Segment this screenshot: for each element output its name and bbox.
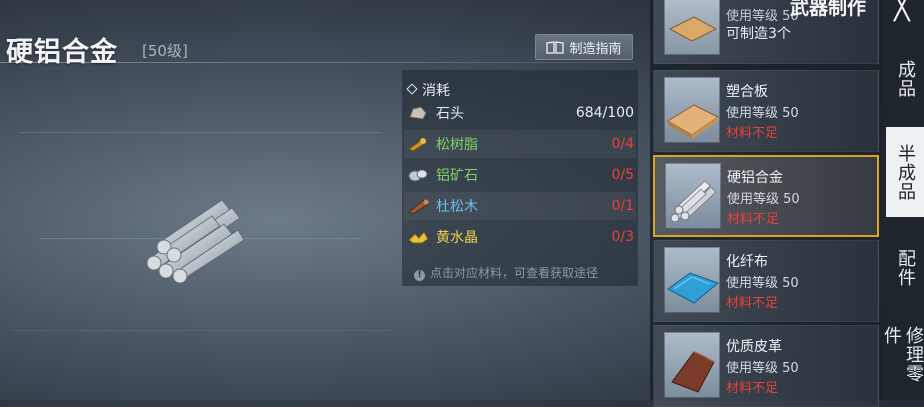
info-icon: !	[414, 270, 425, 281]
tab-semi-finished[interactable]: 半成品	[886, 127, 924, 217]
material-count: 0/3	[611, 229, 634, 245]
recipe-status: 材料不足	[727, 212, 780, 227]
material-count: 0/4	[611, 136, 634, 152]
tab-finished-products[interactable]: 成品	[886, 40, 924, 118]
material-row-citrine[interactable]: 黄水晶 0/3	[404, 223, 636, 251]
materials-header-label: 消耗	[422, 83, 450, 99]
resin-icon	[407, 136, 429, 152]
citrine-icon	[407, 229, 429, 245]
item-preview-image	[130, 180, 260, 290]
aluminum-ore-icon	[407, 167, 429, 183]
bg-glow-line	[10, 330, 390, 331]
material-row-stone[interactable]: 石头 684/100	[404, 99, 636, 127]
header-divider	[0, 62, 635, 63]
recipe-thumbnail	[664, 0, 720, 55]
recipe-name: 塑合板	[726, 84, 768, 100]
recipe-name: 硬铝合金	[727, 170, 783, 186]
recipe-card-selected[interactable]: 硬铝合金 使用等级 50 材料不足	[653, 155, 879, 237]
material-name: 黄水晶	[436, 230, 478, 246]
close-icon[interactable]: ╳	[894, 0, 910, 22]
item-title: 硬铝合金	[6, 37, 118, 68]
material-name: 杜松木	[436, 199, 478, 215]
material-name: 石头	[436, 106, 464, 122]
recipe-thumbnail	[664, 332, 720, 398]
material-name: 松树脂	[436, 137, 478, 153]
bg-glow-line	[20, 132, 380, 133]
recipe-status: 材料不足	[726, 381, 779, 396]
crafting-guide-label: 制造指南	[569, 41, 622, 57]
material-row-aluminum-ore[interactable]: 铝矿石 0/5	[404, 161, 636, 189]
recipe-card[interactable]: 优质皮革 使用等级 50 材料不足	[653, 325, 879, 407]
recipe-level: 使用等级 50	[726, 276, 799, 291]
material-name: 铝矿石	[436, 168, 478, 184]
recipe-name: 化纤布	[726, 254, 768, 270]
material-count: 0/5	[611, 167, 634, 183]
item-level: [50级]	[142, 42, 188, 60]
material-row-juniper-wood[interactable]: 杜松木 0/1	[404, 192, 636, 220]
window-title: 武器制作	[790, 0, 867, 19]
recipe-status: 材料不足	[726, 296, 779, 311]
recipe-name: 优质皮革	[726, 339, 782, 355]
recipe-thumbnail	[664, 247, 720, 313]
material-count: 684/100	[575, 105, 634, 121]
recipe-card[interactable]: 塑合板 使用等级 50 材料不足	[653, 70, 879, 152]
juniper-wood-icon	[407, 198, 429, 215]
recipe-status: 材料不足	[726, 126, 779, 141]
tab-repair-parts[interactable]: 修理零件	[881, 316, 924, 400]
materials-hint-text: 点击对应材料，可查看获取途径	[430, 266, 599, 280]
material-row-resin[interactable]: 松树脂 0/4	[404, 130, 636, 158]
materials-header: 消耗	[406, 80, 450, 100]
recipe-level: 使用等级 50	[726, 106, 799, 121]
tab-accessories[interactable]: 配件	[886, 226, 924, 310]
crafting-guide-button[interactable]: 制造指南	[535, 34, 633, 60]
materials-hint: ! 点击对应材料，可查看获取途径	[414, 264, 598, 281]
stone-icon	[407, 105, 429, 121]
recipe-status: 可制造3个	[726, 26, 791, 42]
book-icon	[546, 40, 565, 54]
diamond-icon	[406, 83, 418, 95]
recipe-level: 使用等级 50	[726, 361, 799, 376]
material-count: 0/1	[611, 198, 634, 214]
recipe-level: 使用等级 50	[727, 192, 800, 207]
recipe-card[interactable]: 化纤布 使用等级 50 材料不足	[653, 240, 879, 322]
recipe-level: 使用等级 50	[726, 9, 799, 24]
recipe-thumbnail	[664, 77, 720, 143]
recipe-thumbnail	[665, 163, 721, 229]
